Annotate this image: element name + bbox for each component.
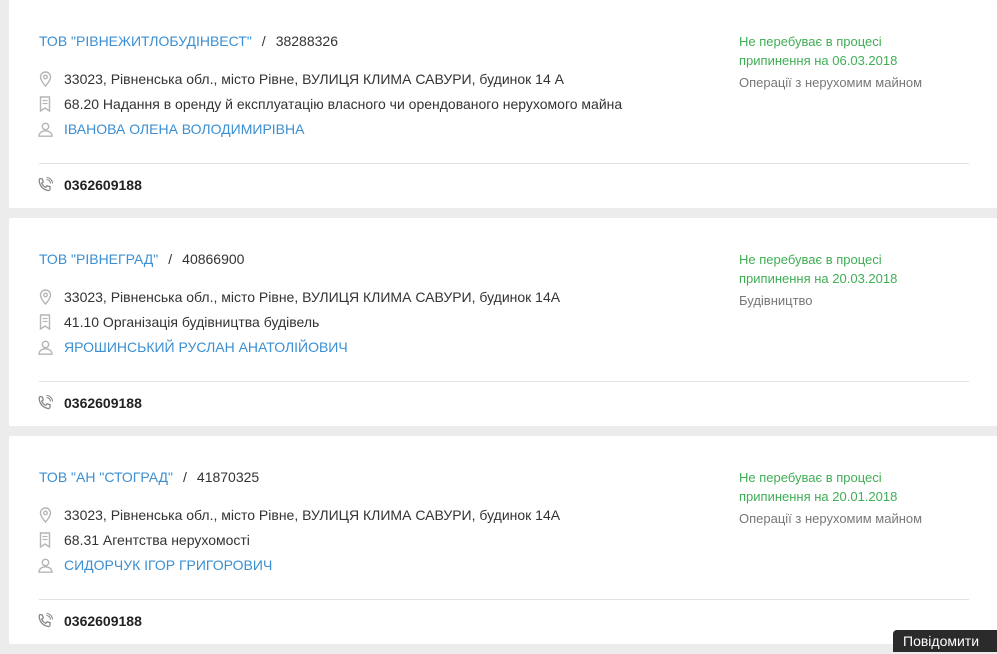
user-icon xyxy=(37,556,53,574)
company-code: 40866900 xyxy=(182,251,245,267)
kved-row: 68.31 Агентства нерухомості xyxy=(37,531,250,549)
phone-number: 0362609188 xyxy=(64,177,142,193)
person-name-link[interactable]: СИДОРЧУК ІГОР ГРИГОРОВИЧ xyxy=(64,556,272,574)
document-icon xyxy=(37,95,53,113)
address-text: 33023, Рівненська обл., місто Рівне, ВУЛ… xyxy=(64,71,564,87)
status-text: Не перебуває в процесі припинення на 06.… xyxy=(739,34,898,68)
company-list: ТОВ "РІВНЕЖИТЛОБУДІНВЕСТ" / 38288326 33023… xyxy=(9,0,997,654)
user-icon xyxy=(37,120,53,138)
divider xyxy=(39,163,969,164)
person-row: СИДОРЧУК ІГОР ГРИГОРОВИЧ xyxy=(37,556,272,574)
phone-number: 0362609188 xyxy=(64,613,142,629)
location-pin-icon xyxy=(37,288,53,306)
document-icon xyxy=(37,531,53,549)
company-card: ТОВ "РІВНЕЖИТЛОБУДІНВЕСТ" / 38288326 33023… xyxy=(9,0,997,208)
report-button[interactable]: Повідомити xyxy=(893,630,997,652)
kved-row: 68.20 Надання в оренду й експлуатацію вл… xyxy=(37,95,622,113)
company-code: 41870325 xyxy=(196,469,260,485)
address-row: 33023, Рівненська обл., місто Рівне, ВУЛ… xyxy=(37,70,564,88)
phone-icon xyxy=(37,176,53,194)
company-header: ТОВ "АН "СТОГРАД" / 41870325 xyxy=(39,468,259,486)
company-header: ТОВ "РІВНЕГРАД" / 40866900 xyxy=(39,250,244,268)
kved-row: 41.10 Організація будівництва будівель xyxy=(37,313,319,331)
separator: / xyxy=(168,251,173,267)
person-name-link[interactable]: ЯРОШИНСЬКИЙ РУСЛАН АНАТОЛІЙОВИЧ xyxy=(64,338,348,356)
document-icon xyxy=(37,313,53,331)
status-text: Не перебуває в процесі припинення на 20.… xyxy=(739,470,898,504)
phone-icon xyxy=(37,394,53,412)
location-pin-icon xyxy=(37,70,53,88)
phone-icon xyxy=(37,612,53,630)
separator: / xyxy=(183,469,187,485)
activity-text: Будівництво xyxy=(739,293,813,308)
phone-row: 0362609188 xyxy=(37,612,142,630)
status-text: Не перебуває в процесі припинення на 20.… xyxy=(739,252,898,286)
person-row: ЯРОШИНСЬКИЙ РУСЛАН АНАТОЛІЙОВИЧ xyxy=(37,338,348,356)
separator: / xyxy=(261,33,266,49)
kved-text: 68.20 Надання в оренду й експлуатацію вл… xyxy=(64,96,623,112)
phone-row: 0362609188 xyxy=(37,176,142,194)
company-header: ТОВ "РІВНЕЖИТЛОБУДІНВЕСТ" / 38288326 xyxy=(39,32,338,50)
user-icon xyxy=(37,338,53,356)
phone-number: 0362609188 xyxy=(64,395,142,411)
company-name-link[interactable]: ТОВ "РІВНЕГРАД" xyxy=(39,251,158,267)
divider xyxy=(39,381,969,382)
address-row: 33023, Рівненська обл., місто Рівне, ВУЛ… xyxy=(37,288,560,306)
phone-row: 0362609188 xyxy=(37,394,142,412)
company-code: 38288326 xyxy=(275,33,338,49)
company-name-link[interactable]: ТОВ "РІВНЕЖИТЛОБУДІНВЕСТ" xyxy=(39,33,252,49)
person-row: ІВАНОВА ОЛЕНА ВОЛОДИМИРІВНА xyxy=(37,120,304,138)
address-text: 33023, Рівненська обл., місто Рівне, ВУЛ… xyxy=(64,289,561,305)
address-row: 33023, Рівненська обл., місто Рівне, ВУЛ… xyxy=(37,506,560,524)
divider xyxy=(39,599,969,600)
kved-text: 41.10 Організація будівництва будівель xyxy=(64,314,320,330)
activity-text: Операції з нерухомим майном xyxy=(739,511,923,526)
kved-text: 68.31 Агентства нерухомості xyxy=(64,532,250,548)
company-card: ТОВ "РІВНЕГРАД" / 40866900 33023, Рівненсь… xyxy=(9,218,997,426)
company-card: ТОВ "АН "СТОГРАД" / 41870325 33023, Рівнен… xyxy=(9,436,997,644)
company-name-link[interactable]: ТОВ "АН "СТОГРАД" xyxy=(39,469,173,485)
person-name-link[interactable]: ІВАНОВА ОЛЕНА ВОЛОДИМИРІВНА xyxy=(64,120,304,138)
address-text: 33023, Рівненська обл., місто Рівне, ВУЛ… xyxy=(64,507,561,523)
activity-text: Операції з нерухомим майном xyxy=(739,75,923,90)
location-pin-icon xyxy=(37,506,53,524)
